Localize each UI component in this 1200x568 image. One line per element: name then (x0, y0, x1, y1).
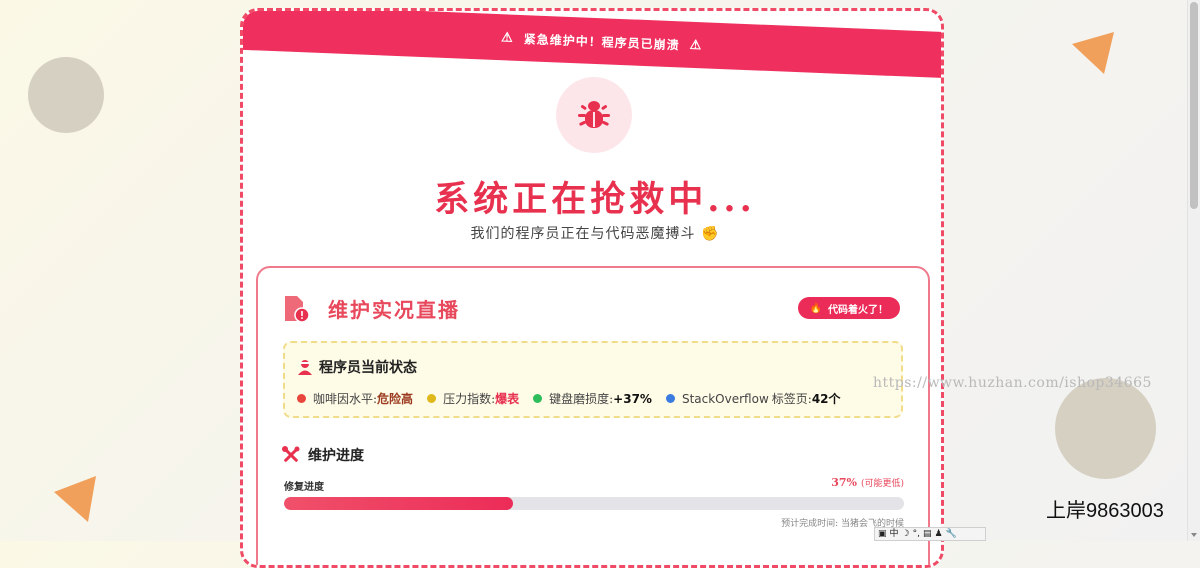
banner-text: 紧急维护中！程序员已崩溃 (523, 31, 680, 52)
panel-title: 维护实况直播 (328, 298, 460, 322)
stat-label: 标签页: (771, 392, 812, 406)
emergency-banner: ⚠ 紧急维护中！程序员已崩溃 ⚠ (243, 11, 941, 80)
status-dot-icon (533, 394, 543, 403)
page-subtitle: 我们的程序员正在与代码恶魔搏斗 ✊ (243, 223, 941, 243)
stat-value: +37% (613, 391, 652, 406)
status-stats: 咖啡因水平: 危险高 压力指数: 爆表 键盘磨损度: +37% StackOve… (297, 390, 855, 407)
ime-logo-icon[interactable]: ▣ (878, 528, 887, 540)
fire-status-badge: 🔥 代码着火了！ (797, 297, 900, 319)
warning-triangle-icon: ⚠ (500, 29, 515, 46)
tools-icon (282, 446, 300, 462)
fire-badge-label: 代码着火了！ (828, 304, 888, 316)
decor-triangle-top-right (1072, 32, 1114, 74)
status-dot-icon (427, 394, 437, 403)
ime-toolbar[interactable]: ▣ 中 ☽ °, ▤ ♟ 🔧 (874, 527, 986, 541)
url-watermark: https://www.huzhan.com/ishop34665 (873, 375, 1152, 391)
progress-label: 修复进度 (284, 482, 324, 493)
fire-icon: 🔥 (809, 302, 822, 314)
stat-value: 42个 (811, 392, 841, 406)
subtitle-text: 我们的程序员正在与代码恶魔搏斗 (470, 226, 696, 242)
status-title-text: 程序员当前状态 (319, 360, 417, 376)
status-dot-icon (297, 394, 306, 403)
decor-triangle-bottom-left (54, 476, 96, 522)
ime-punctuation-icon[interactable]: °, (913, 528, 920, 540)
ime-user-icon[interactable]: ♟ (935, 528, 943, 540)
status-title: 程序员当前状态 (297, 357, 417, 377)
progress-bar-fill (284, 497, 514, 510)
progress-title: 维护进度 (308, 448, 364, 464)
file-alert-icon (285, 295, 310, 323)
progress-percent-value: 37% (831, 476, 857, 489)
progress-header: 维护进度 (282, 445, 364, 465)
warning-triangle-icon: ⚠ (689, 37, 703, 53)
stat-caffeine: 咖啡因水平: 危险高 (297, 390, 413, 407)
decor-circle-left (28, 57, 104, 133)
maintenance-card: ⚠ 紧急维护中！程序员已崩溃 ⚠ 系统正在抢救中... 我们的程序员正在与代码恶… (240, 8, 944, 568)
panel-header: 维护实况直播 (282, 294, 460, 323)
stat-stress: 压力指数: 爆表 (427, 390, 519, 407)
brand-watermark: 上岸9863003 (1046, 500, 1164, 522)
progress-bar (284, 497, 904, 510)
bug-badge (556, 77, 632, 153)
ime-settings-icon[interactable]: 🔧 (946, 528, 957, 540)
fist-icon: ✊ (701, 226, 720, 242)
bug-icon (578, 101, 610, 128)
stat-value: 危险高 (377, 392, 414, 406)
stat-value: 爆表 (495, 392, 520, 406)
scrollbar-thumb[interactable] (1190, 2, 1198, 209)
scroll-down-arrow-icon[interactable] (1191, 533, 1197, 537)
stat-label: 键盘磨损度: (549, 392, 614, 406)
stat-keyboard-wear: 键盘磨损度: +37% (533, 390, 652, 407)
live-status-panel: 维护实况直播 🔥 代码着火了！ 程序员当前状态 咖啡因水平: 危险高 压力指数:… (256, 266, 930, 565)
decor-circle-right (1055, 378, 1156, 479)
programmer-icon (298, 360, 312, 375)
stat-label-main: StackOverflow (681, 391, 769, 406)
programmer-status-box: 程序员当前状态 咖啡因水平: 危险高 压力指数: 爆表 键盘磨损度: +37% (283, 341, 903, 418)
progress-percent: 37% (可能更低) (831, 476, 904, 489)
stat-label: 压力指数: (443, 392, 496, 406)
page-scrollbar[interactable] (1187, 0, 1200, 541)
ime-keyboard-icon[interactable]: ▤ (923, 528, 932, 540)
ime-mode[interactable]: 中 (890, 528, 899, 540)
progress-note: (可能更低) (860, 479, 904, 489)
ime-moon-icon[interactable]: ☽ (902, 528, 910, 540)
stat-label: 咖啡因水平: (313, 392, 378, 406)
status-dot-icon (665, 394, 675, 403)
stat-stackoverflow-tabs: StackOverflow 标签页: 42个 (665, 390, 841, 407)
page-title: 系统正在抢救中... (434, 179, 756, 220)
